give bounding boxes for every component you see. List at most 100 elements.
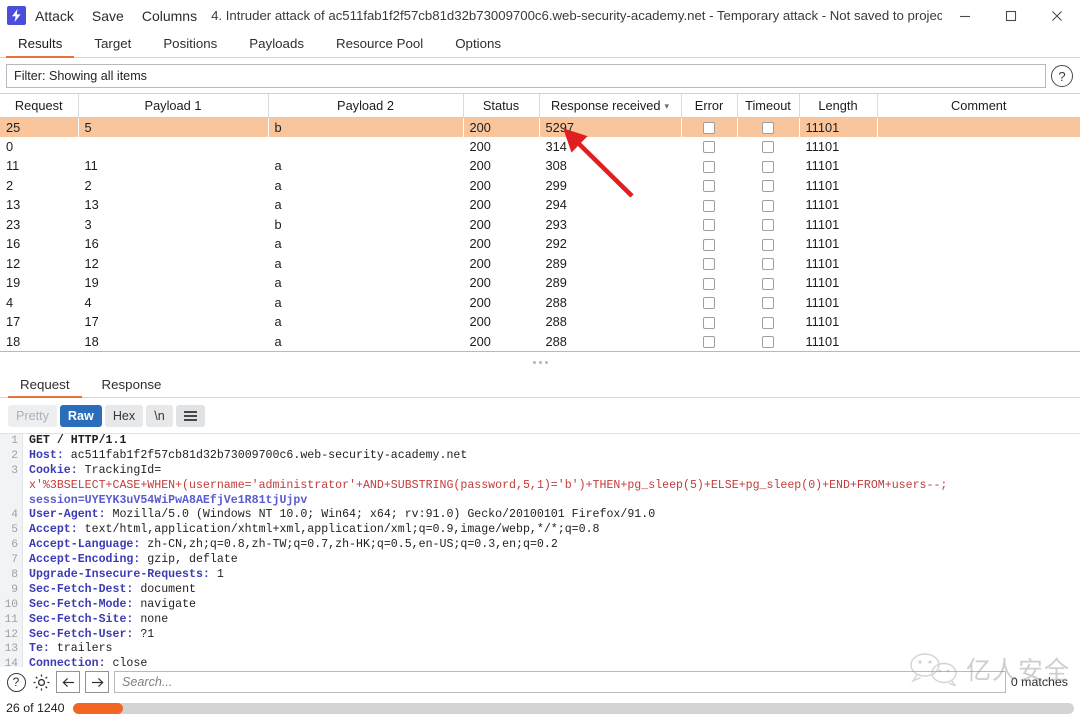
menu-attack[interactable]: Attack	[26, 0, 83, 32]
timeout-checkbox[interactable]	[762, 316, 774, 329]
timeout-checkbox[interactable]	[762, 219, 774, 232]
col-header-error[interactable]: Error	[681, 94, 738, 118]
cell-error-checkbox[interactable]	[681, 117, 737, 137]
cell-error-checkbox[interactable]	[681, 273, 737, 293]
col-header-length[interactable]: Length	[799, 94, 878, 118]
gear-icon[interactable]	[31, 672, 51, 692]
search-next-button[interactable]	[85, 671, 109, 693]
cell-timeout-checkbox[interactable]	[737, 117, 799, 137]
table-row[interactable]: 2 2 a 200 299 11101	[0, 176, 1080, 196]
col-header-comment[interactable]: Comment	[877, 94, 1080, 118]
cell-error-checkbox[interactable]	[681, 195, 737, 215]
timeout-checkbox[interactable]	[762, 238, 774, 251]
tab-resource-pool[interactable]: Resource Pool	[320, 32, 439, 57]
table-row[interactable]: 23 3 b 200 293 11101	[0, 215, 1080, 235]
cell-timeout-checkbox[interactable]	[737, 254, 799, 274]
error-checkbox[interactable]	[703, 316, 715, 329]
cell-error-checkbox[interactable]	[681, 176, 737, 196]
cell-error-checkbox[interactable]	[681, 137, 737, 157]
cell-error-checkbox[interactable]	[681, 312, 737, 332]
cell-timeout-checkbox[interactable]	[737, 137, 799, 157]
table-row[interactable]: 17 17 a 200 288 11101	[0, 312, 1080, 332]
search-help-icon[interactable]: ?	[6, 672, 26, 692]
search-input[interactable]: Search...	[114, 671, 1006, 693]
hamburger-menu-icon[interactable]	[175, 405, 205, 427]
request-code[interactable]: GET / HTTP/1.1 Host: ac511fab1f2f57cb81d3…	[23, 434, 1080, 674]
cell-comment	[877, 156, 1080, 176]
error-checkbox[interactable]	[703, 277, 715, 290]
tab-response[interactable]: Response	[86, 373, 178, 397]
filter-bar[interactable]: Filter: Showing all items	[6, 64, 1046, 88]
error-checkbox[interactable]	[703, 336, 715, 349]
editor-search-bar: ? Search... 0 matches	[0, 667, 1080, 697]
menu-save[interactable]: Save	[83, 0, 133, 32]
timeout-checkbox[interactable]	[762, 258, 774, 271]
cell-timeout-checkbox[interactable]	[737, 312, 799, 332]
timeout-checkbox[interactable]	[762, 277, 774, 290]
cell-error-checkbox[interactable]	[681, 293, 737, 313]
cell-timeout-checkbox[interactable]	[737, 176, 799, 196]
error-checkbox[interactable]	[703, 219, 715, 232]
timeout-checkbox[interactable]	[762, 297, 774, 310]
search-prev-button[interactable]	[56, 671, 80, 693]
table-row[interactable]: 16 16 a 200 292 11101	[0, 234, 1080, 254]
raw-view-button[interactable]: Raw	[59, 405, 102, 427]
error-checkbox[interactable]	[703, 238, 715, 251]
cell-error-checkbox[interactable]	[681, 332, 737, 352]
tab-options[interactable]: Options	[439, 32, 517, 57]
cell-timeout-checkbox[interactable]	[737, 273, 799, 293]
filter-help-icon[interactable]: ?	[1051, 65, 1073, 87]
tab-positions[interactable]: Positions	[147, 32, 233, 57]
error-checkbox[interactable]	[703, 297, 715, 310]
menu-columns[interactable]: Columns	[133, 0, 206, 32]
maximize-icon[interactable]	[988, 0, 1034, 32]
cell-timeout-checkbox[interactable]	[737, 195, 799, 215]
cell-timeout-checkbox[interactable]	[737, 293, 799, 313]
table-row[interactable]: 0 200 314 11101	[0, 137, 1080, 157]
close-icon[interactable]	[1034, 0, 1080, 32]
col-header-payload-1[interactable]: Payload 1	[78, 94, 269, 118]
hex-view-button[interactable]: Hex	[104, 405, 144, 427]
col-header-response-received[interactable]: Response received ▾	[539, 94, 682, 118]
cell-timeout-checkbox[interactable]	[737, 332, 799, 352]
cell-timeout-checkbox[interactable]	[737, 234, 799, 254]
col-header-request[interactable]: Request	[0, 94, 79, 118]
timeout-checkbox[interactable]	[762, 122, 774, 135]
error-checkbox[interactable]	[703, 180, 715, 193]
error-checkbox[interactable]	[703, 199, 715, 212]
error-checkbox[interactable]	[703, 141, 715, 154]
error-checkbox[interactable]	[703, 122, 715, 135]
cell-error-checkbox[interactable]	[681, 254, 737, 274]
cell-error-checkbox[interactable]	[681, 234, 737, 254]
tab-payloads[interactable]: Payloads	[233, 32, 320, 57]
table-row[interactable]: 11 11 a 200 308 11101	[0, 156, 1080, 176]
error-checkbox[interactable]	[703, 258, 715, 271]
timeout-checkbox[interactable]	[762, 141, 774, 154]
cell-timeout-checkbox[interactable]	[737, 215, 799, 235]
timeout-checkbox[interactable]	[762, 336, 774, 349]
table-row[interactable]: 18 18 a 200 288 11101	[0, 332, 1080, 352]
table-row[interactable]: 25 5 b 200 5297 11101	[0, 117, 1080, 137]
tab-target[interactable]: Target	[78, 32, 147, 57]
tab-results[interactable]: Results	[2, 32, 78, 58]
timeout-checkbox[interactable]	[762, 160, 774, 173]
timeout-checkbox[interactable]	[762, 180, 774, 193]
request-editor[interactable]: 123456789101112131415 GET / HTTP/1.1Host…	[0, 433, 1080, 674]
newline-button[interactable]: \n	[146, 405, 173, 427]
tab-request[interactable]: Request	[4, 373, 86, 398]
table-row[interactable]: 19 19 a 200 289 11101	[0, 273, 1080, 293]
panel-splitter[interactable]	[0, 351, 1080, 373]
pretty-view-button[interactable]: Pretty	[8, 405, 57, 427]
error-checkbox[interactable]	[703, 160, 715, 173]
table-row[interactable]: 12 12 a 200 289 11101	[0, 254, 1080, 274]
table-row[interactable]: 4 4 a 200 288 11101	[0, 293, 1080, 313]
col-header-payload-2[interactable]: Payload 2	[268, 94, 464, 118]
cell-error-checkbox[interactable]	[681, 156, 737, 176]
cell-error-checkbox[interactable]	[681, 215, 737, 235]
col-header-status[interactable]: Status	[463, 94, 540, 118]
cell-timeout-checkbox[interactable]	[737, 156, 799, 176]
col-header-timeout[interactable]: Timeout	[737, 94, 800, 118]
timeout-checkbox[interactable]	[762, 199, 774, 212]
table-row[interactable]: 13 13 a 200 294 11101	[0, 195, 1080, 215]
minimize-icon[interactable]	[942, 0, 988, 32]
